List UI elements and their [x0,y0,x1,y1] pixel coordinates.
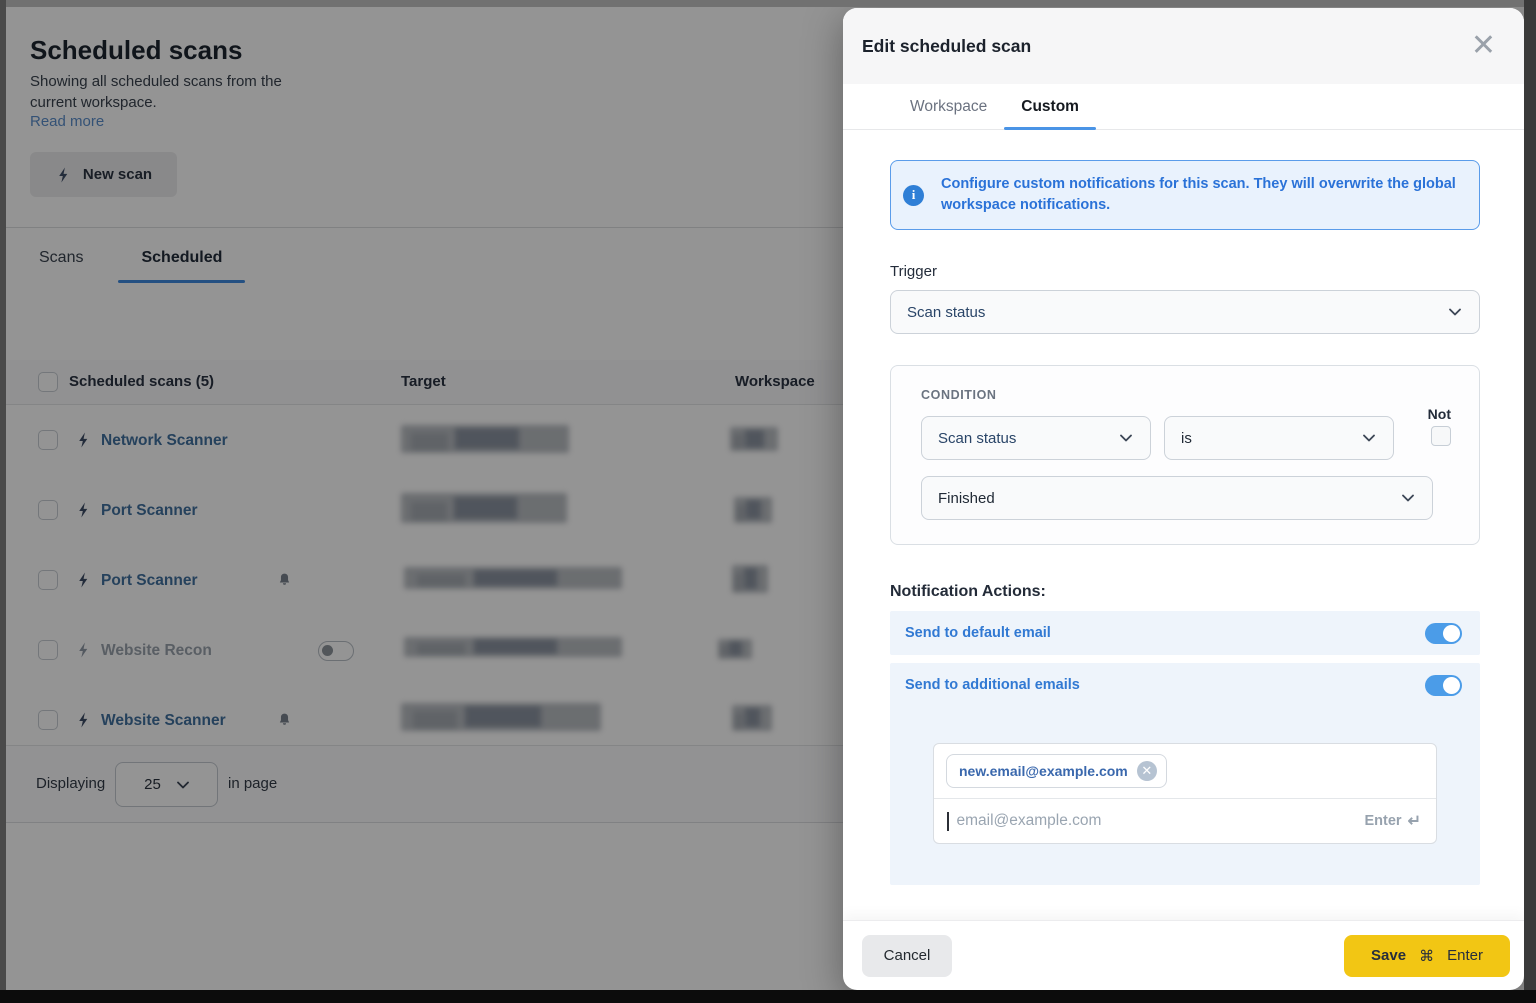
condition-heading: CONDITION [921,388,1451,402]
condition-field-value: Scan status [938,430,1016,447]
modal-tabs: Workspace Custom [843,84,1524,130]
command-key-icon: ⌘ [1419,947,1434,965]
condition-status-select[interactable]: Finished [921,476,1433,520]
chevron-down-icon [1363,434,1375,442]
email-input-row: Enter ↵ [934,799,1436,843]
trigger-label: Trigger [890,263,1480,280]
additional-emails-panel: Send to additional emails new.email@exam… [890,663,1480,885]
enter-hint: Enter ↵ [1365,811,1421,831]
frame-left [0,0,6,1003]
modal-header: Edit scheduled scan ✕ [843,8,1524,84]
chevron-down-icon [1449,308,1461,316]
condition-status-value: Finished [938,490,995,507]
email-tag: new.email@example.com ✕ [946,754,1167,788]
email-tag-text: new.email@example.com [959,763,1128,779]
additional-emails-label: Send to additional emails [905,677,1080,693]
save-label: Save [1371,947,1406,964]
notification-actions-heading: Notification Actions: [890,583,1480,601]
close-icon[interactable]: ✕ [1471,31,1496,61]
trigger-value: Scan status [907,304,985,321]
tab-workspace[interactable]: Workspace [893,84,1004,129]
not-checkbox[interactable] [1431,426,1451,446]
modal-body: i Configure custom notifications for thi… [843,130,1524,920]
email-list-card: new.email@example.com ✕ Enter ↵ [933,743,1437,844]
email-tag-area: new.email@example.com ✕ [934,744,1436,799]
enter-hint-text: Enter [1365,813,1402,829]
cancel-button[interactable]: Cancel [862,935,952,977]
trigger-select[interactable]: Scan status [890,290,1480,334]
not-label: Not [1428,406,1451,422]
email-input[interactable] [957,812,1357,830]
additional-emails-toggle-on[interactable] [1425,675,1462,696]
additional-emails-row: Send to additional emails [890,663,1480,707]
enter-key-label: Enter [1447,947,1483,964]
default-email-row: Send to default email [890,611,1480,655]
frame-bottom [0,990,1536,1003]
default-email-label: Send to default email [905,625,1051,641]
modal-footer: Cancel Save ⌘ Enter [843,920,1524,990]
condition-operator-select[interactable]: is [1164,416,1394,460]
save-button[interactable]: Save ⌘ Enter [1344,935,1510,977]
condition-operator-value: is [1181,430,1192,447]
condition-box: CONDITION Scan status is Not Finished [890,365,1480,545]
frame-right [1524,0,1536,1003]
enter-arrow-icon: ↵ [1408,811,1421,831]
remove-email-icon[interactable]: ✕ [1137,761,1157,781]
text-cursor [947,812,949,831]
chevron-down-icon [1402,494,1414,502]
default-email-toggle-on[interactable] [1425,623,1462,644]
tab-custom[interactable]: Custom [1004,84,1096,129]
modal-title: Edit scheduled scan [862,36,1031,57]
info-icon: i [903,185,924,206]
edit-scheduled-scan-modal: Edit scheduled scan ✕ Workspace Custom i… [843,8,1524,990]
info-banner-text: Configure custom notifications for this … [941,174,1459,216]
frame-top [0,0,1536,7]
chevron-down-icon [1120,434,1132,442]
condition-field-select[interactable]: Scan status [921,416,1151,460]
info-banner: i Configure custom notifications for thi… [890,160,1480,230]
